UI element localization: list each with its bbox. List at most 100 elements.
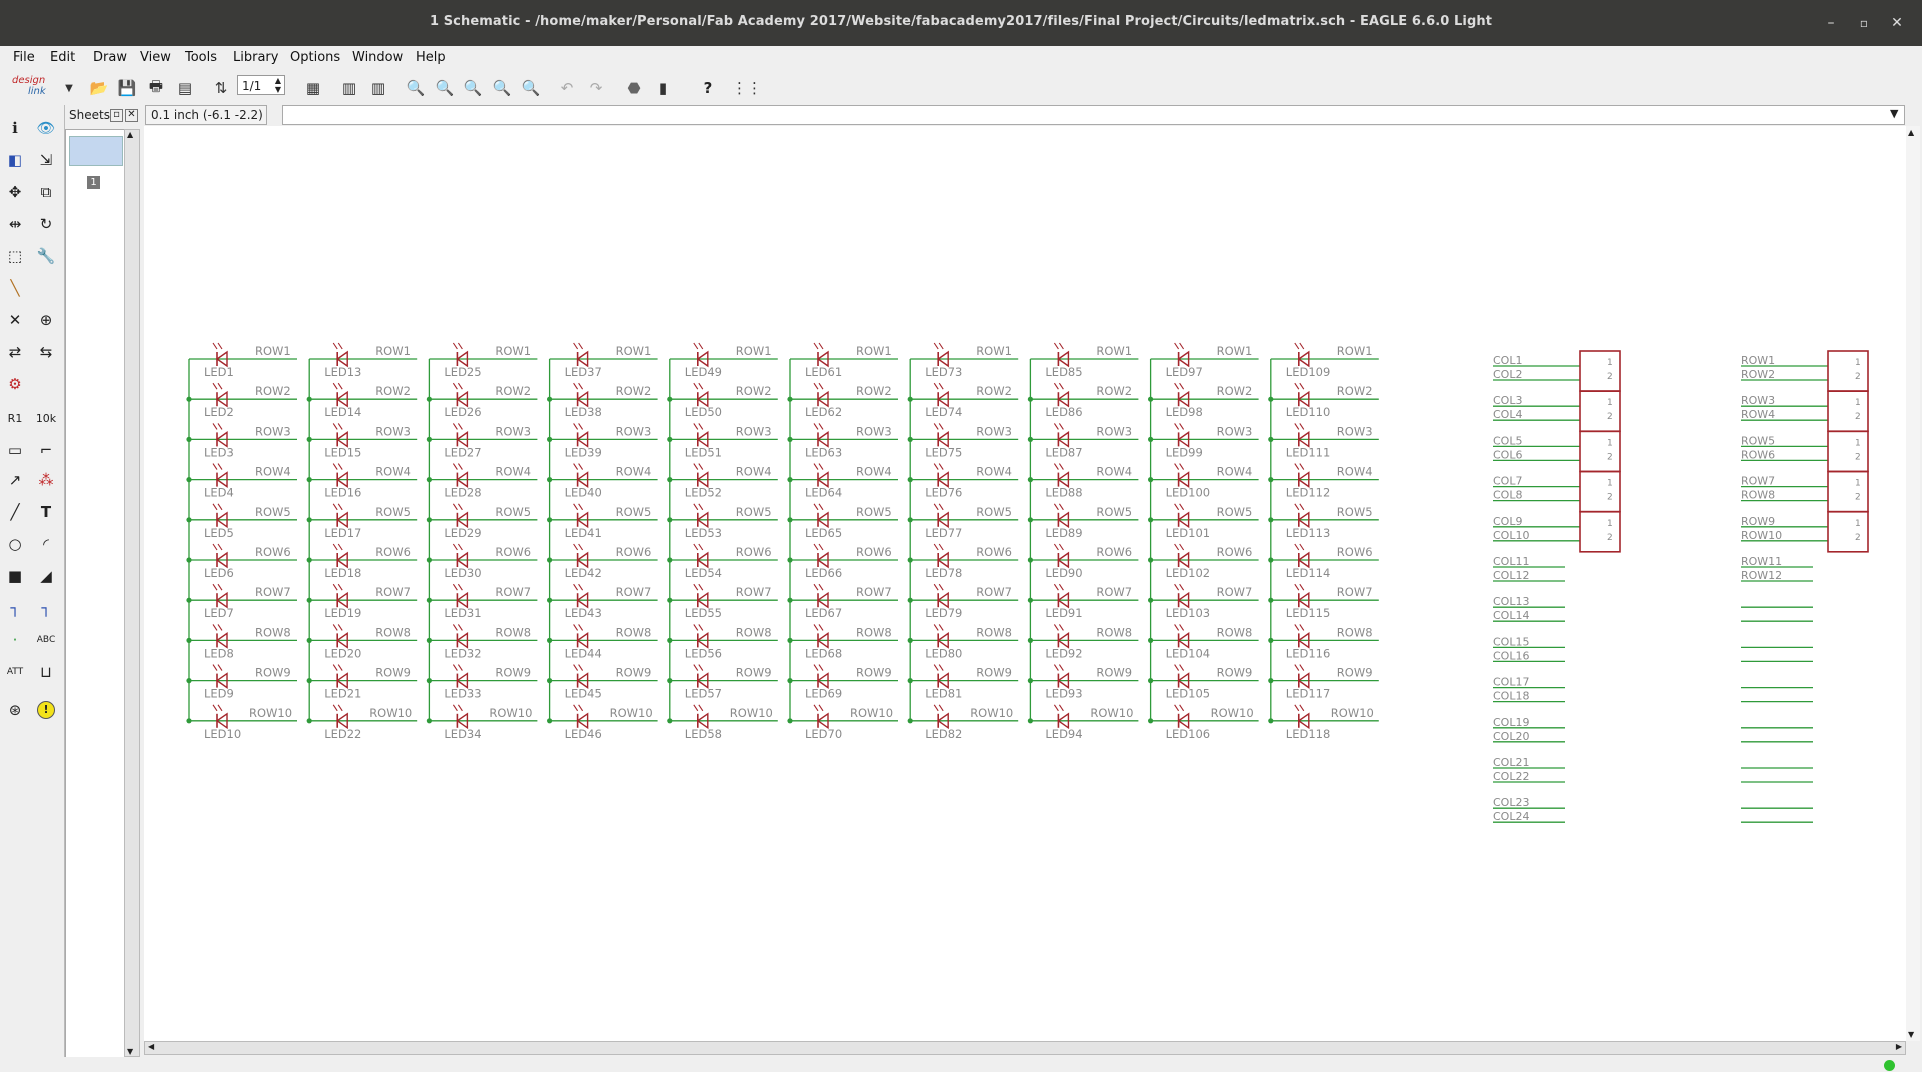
led-light-arrows — [693, 382, 704, 390]
split-icon[interactable]: ▭ — [3, 438, 27, 462]
bus-icon[interactable]: ┐ — [3, 596, 27, 620]
menu-tools[interactable]: Tools — [185, 50, 217, 65]
command-line-input[interactable] — [282, 105, 1905, 125]
zoom-fit-icon[interactable]: 🔍 — [405, 77, 427, 99]
help-icon[interactable]: ? — [697, 77, 719, 99]
scroll-left-icon[interactable]: ◀ — [148, 1042, 154, 1051]
invoke-icon[interactable]: ⚙ — [3, 372, 27, 396]
schematic-canvas[interactable]: LED1 ROW1 LED2 ROW2 LED3 ROW3 LED4 ROW4 LED5 ROW5… — [144, 126, 1906, 1041]
errors-icon[interactable]: ! — [34, 698, 58, 722]
zoom-out-icon[interactable]: 🔍 — [462, 77, 484, 99]
miter-icon[interactable]: ⌐ — [34, 438, 58, 462]
scroll-down-right-icon[interactable]: ▼ — [1908, 1030, 1914, 1039]
junction-dot — [1268, 517, 1274, 523]
menu-window[interactable]: Window — [352, 50, 403, 65]
sheet-thumbnail[interactable] — [69, 136, 123, 166]
name-icon[interactable]: R1 — [3, 406, 27, 430]
pinswap-icon[interactable]: ⇄ — [3, 340, 27, 364]
open-icon[interactable]: 📂 — [88, 77, 110, 99]
row-net-label: ROW1 — [375, 344, 411, 358]
add-icon[interactable]: ⊕ — [34, 308, 58, 332]
menu-edit[interactable]: Edit — [50, 50, 75, 65]
row-net-label: ROW7 — [495, 585, 531, 599]
junction-dot — [1148, 396, 1154, 402]
smash-icon[interactable]: ⁂ — [34, 468, 58, 492]
zoom-select-icon[interactable]: 🔍 — [520, 77, 542, 99]
replace-icon[interactable]: ⇆ — [34, 340, 58, 364]
sheets-panel-title: Sheets — [69, 108, 110, 122]
close-button[interactable]: ✕ — [1886, 12, 1908, 34]
dimension-icon[interactable]: ⊔ — [34, 660, 58, 684]
go-icon[interactable]: ▮ — [652, 77, 674, 99]
copy-icon[interactable]: ⧉ — [34, 180, 58, 204]
move-icon[interactable]: ✥ — [3, 180, 27, 204]
print-icon[interactable]: 🖶 — [145, 77, 167, 99]
sheets-scrollbar[interactable]: ▲ ▼ — [124, 129, 140, 1057]
cam-processor-icon[interactable]: ▤ — [174, 77, 196, 99]
board-icon[interactable]: ▦ — [302, 77, 324, 99]
info-icon[interactable]: ℹ — [3, 116, 27, 140]
grid-icon[interactable]: ⋮⋮ — [732, 77, 762, 99]
menu-file[interactable]: File — [13, 50, 35, 65]
panel-float-icon[interactable]: ▫ — [110, 109, 123, 122]
vertical-scrollbar[interactable]: ▲ ▼ — [1906, 126, 1920, 1041]
menu-help[interactable]: Help — [416, 50, 446, 65]
zoom-redraw-icon[interactable]: 🔍 — [491, 77, 513, 99]
design-link-button[interactable]: design link — [12, 75, 60, 99]
led-light-arrows — [573, 583, 584, 591]
arc-icon[interactable]: ◜ — [34, 532, 58, 556]
minimize-button[interactable]: – — [1820, 12, 1842, 34]
spin-arrows-icon[interactable]: ▲ ▼ — [275, 76, 281, 94]
polygon-icon[interactable]: ◢ — [34, 564, 58, 588]
text-icon[interactable]: T — [34, 500, 58, 524]
circle-icon[interactable]: ○ — [3, 532, 27, 556]
label-icon[interactable]: ABC — [34, 628, 58, 652]
pin-number: 1 — [1855, 358, 1861, 368]
change-icon[interactable]: 🔧 — [34, 244, 58, 268]
rect-icon[interactable]: ■ — [3, 564, 27, 588]
delete-icon[interactable]: ✕ — [3, 308, 27, 332]
rotate-icon[interactable]: ↻ — [34, 212, 58, 236]
sheet-select-spinbox[interactable]: 1/1 ▲ ▼ — [237, 75, 285, 95]
zoom-in-icon[interactable]: 🔍 — [434, 77, 456, 99]
run-script-icon[interactable]: ▥ — [367, 77, 389, 99]
junction-icon[interactable]: · — [3, 628, 27, 652]
scroll-up-right-icon[interactable]: ▲ — [1908, 128, 1914, 137]
menu-options[interactable]: Options — [290, 50, 340, 65]
net-icon[interactable]: ┐ — [34, 596, 58, 620]
menu-draw[interactable]: Draw — [93, 50, 127, 65]
mark-icon[interactable]: ⇲ — [34, 148, 58, 172]
stop-icon[interactable]: ⬣ — [623, 77, 645, 99]
redo-icon[interactable]: ↷ — [585, 77, 607, 99]
menu-view[interactable]: View — [140, 50, 171, 65]
command-history-dropdown-icon[interactable]: ▼ — [1890, 107, 1898, 120]
sheet-icon[interactable]: ⇅ — [210, 77, 232, 99]
mirror-icon[interactable]: ⇹ — [3, 212, 27, 236]
scroll-down-icon[interactable]: ▼ — [127, 1047, 133, 1056]
undo-icon[interactable]: ↶ — [556, 77, 578, 99]
optimize-icon[interactable]: ↗ — [3, 468, 27, 492]
menu-library[interactable]: Library — [233, 50, 278, 65]
panel-close-icon[interactable]: ✕ — [125, 109, 138, 122]
net-label: COL17 — [1493, 676, 1529, 689]
erc-icon[interactable]: ⊛ — [3, 698, 27, 722]
led-label: LED70 — [805, 727, 842, 741]
connector-body — [1827, 470, 1869, 513]
paste-icon[interactable]: ╲ — [3, 276, 27, 300]
run-ulp-icon[interactable]: ▥ — [338, 77, 360, 99]
design-link-dropdown-icon[interactable]: ▼ — [58, 77, 80, 99]
scroll-right-icon[interactable]: ▶ — [1896, 1042, 1902, 1051]
wire-icon[interactable]: ╱ — [3, 500, 27, 524]
junction-dot — [1268, 637, 1274, 643]
display-layers-icon[interactable]: ◧ — [3, 148, 27, 172]
scroll-up-icon[interactable]: ▲ — [127, 130, 133, 139]
row-net-label: ROW4 — [375, 465, 411, 479]
attribute-icon[interactable]: ATT — [3, 660, 27, 684]
value-icon[interactable]: 10k — [34, 406, 58, 430]
show-icon[interactable]: 👁 — [34, 116, 58, 140]
group-icon[interactable]: ⬚ — [3, 244, 27, 268]
horizontal-scrollbar[interactable]: ◀ ▶ — [144, 1041, 1906, 1055]
maximize-button[interactable]: ▫ — [1853, 12, 1875, 34]
led-light-arrows — [1053, 463, 1064, 470]
save-icon[interactable]: 💾 — [116, 77, 138, 99]
